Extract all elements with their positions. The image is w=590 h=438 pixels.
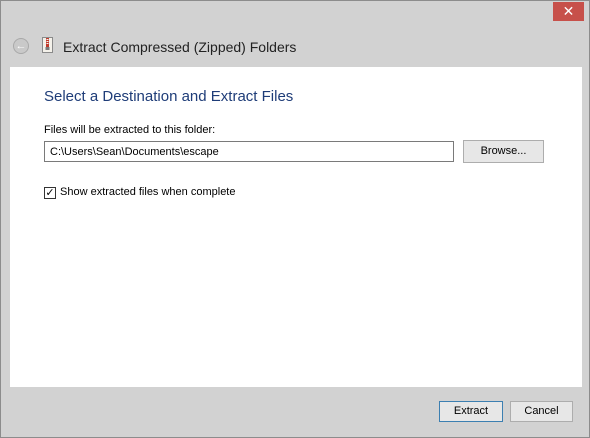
show-files-checkbox[interactable]: ✓ (44, 187, 56, 199)
zip-folder-icon (42, 37, 53, 53)
close-button[interactable]: ✕ (553, 2, 584, 21)
browse-button[interactable]: Browse... (463, 140, 544, 163)
content-panel: Select a Destination and Extract Files F… (10, 67, 582, 387)
close-icon: ✕ (562, 3, 575, 19)
destination-path-input[interactable] (44, 141, 454, 162)
extract-button[interactable]: Extract (439, 401, 503, 422)
cancel-button[interactable]: Cancel (510, 401, 573, 422)
checkmark-icon: ✓ (45, 187, 55, 199)
title-bar: ← Extract Compressed (Zipped) Folders (1, 23, 589, 67)
extract-dialog-window: ✕ ← Extract Compressed (Zipped) Folders … (0, 0, 590, 438)
show-files-label: Show extracted files when complete (60, 186, 236, 198)
destination-label: Files will be extracted to this folder: (44, 124, 216, 136)
page-heading: Select a Destination and Extract Files (44, 88, 294, 105)
window-title: Extract Compressed (Zipped) Folders (63, 39, 297, 55)
back-arrow-icon[interactable]: ← (13, 38, 29, 54)
